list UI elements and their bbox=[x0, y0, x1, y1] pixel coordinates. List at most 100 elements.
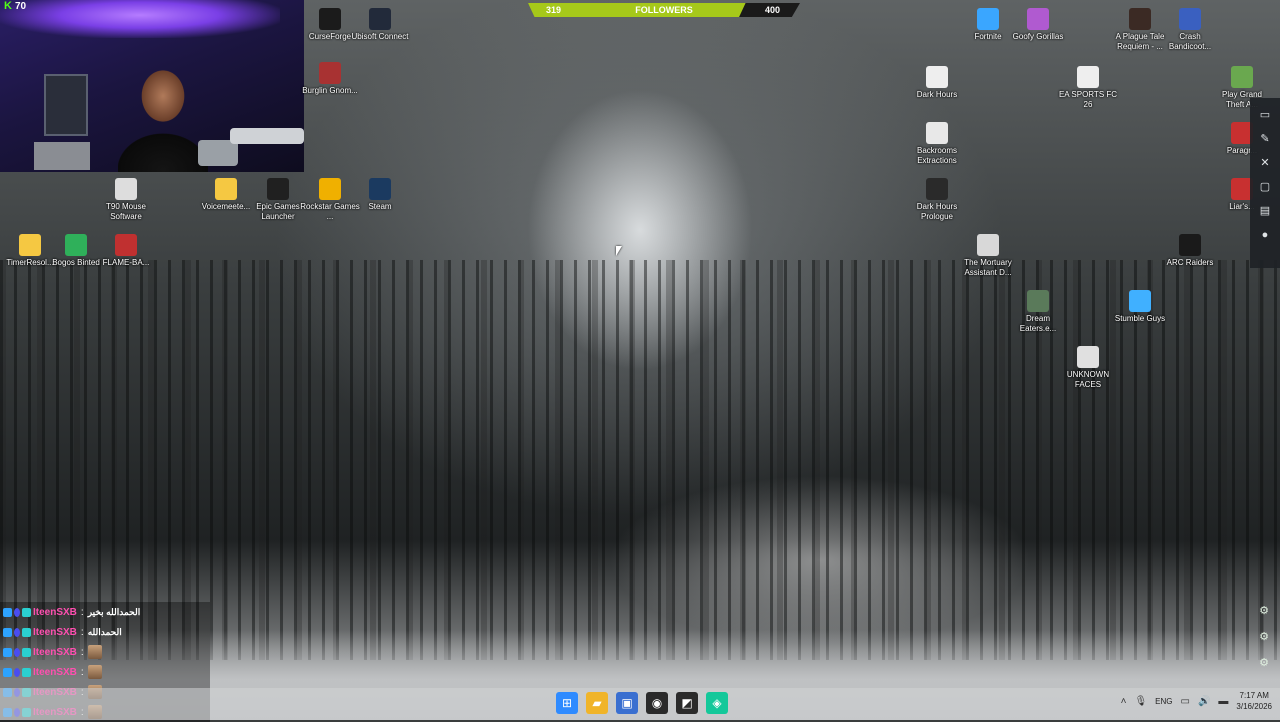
desktop-icon[interactable]: FLAME-BA... bbox=[96, 234, 156, 268]
desktop-icon[interactable]: Voicemeete... bbox=[196, 178, 256, 212]
start-icon[interactable]: ⊞ bbox=[556, 692, 578, 714]
tool-icon[interactable]: ✕ bbox=[1258, 156, 1272, 170]
game-icon bbox=[1027, 290, 1049, 312]
desktop-icon-label: The Mortuary Assistant D... bbox=[964, 258, 1012, 277]
gear-icon[interactable]: ⚙ bbox=[1257, 604, 1271, 618]
desktop-icon-label: Stumble Guys bbox=[1114, 314, 1166, 323]
desktop-icon-label: Crash Bandicoot... bbox=[1168, 32, 1212, 51]
desktop-icon-label: UNKNOWN FACES bbox=[1066, 370, 1110, 389]
desktop-icon-label: ARC Raiders bbox=[1166, 258, 1214, 267]
laptop bbox=[34, 142, 90, 170]
pin-icon[interactable]: ✎ bbox=[1258, 132, 1272, 146]
chat-icon[interactable]: ▭ bbox=[1258, 108, 1272, 122]
badge-icon bbox=[3, 607, 12, 617]
desktop-icon[interactable]: Steam bbox=[350, 178, 410, 212]
desktop-icon-label: Steam bbox=[368, 202, 392, 211]
drop-badge-icon bbox=[14, 647, 20, 657]
microphone bbox=[230, 128, 304, 144]
chat-message: IteenSXB: الحمدالله bbox=[0, 622, 210, 642]
language-indicator[interactable]: ENG bbox=[1155, 697, 1172, 706]
system-tray: ˄ 🎙 ENG ▭ 🔊 ▬ 7:17 AM 3/16/2026 bbox=[1121, 690, 1272, 712]
badge-icon bbox=[3, 647, 12, 657]
game-icon bbox=[65, 234, 87, 256]
chat-message: IteenSXB: bbox=[0, 662, 210, 682]
chat-text: الحمدالله بخير bbox=[87, 606, 141, 617]
kick-icon: K bbox=[4, 0, 12, 12]
clock-time: 7:17 AM bbox=[1239, 691, 1269, 700]
desktop-icon[interactable]: Dark Hours bbox=[907, 66, 967, 100]
chat-separator: : bbox=[80, 606, 84, 618]
folder-icon bbox=[215, 178, 237, 200]
badge-icon bbox=[22, 667, 31, 677]
game-icon bbox=[1077, 66, 1099, 88]
desktop-icon[interactable]: Dark Hours Prologue bbox=[907, 178, 967, 222]
drop-badge-icon bbox=[14, 607, 20, 617]
desktop-icon[interactable]: Dream Eaters.e... bbox=[1008, 290, 1068, 334]
chat-separator: : bbox=[80, 626, 84, 638]
volume-icon[interactable]: 🔊 bbox=[1198, 696, 1210, 707]
ubisoft-icon bbox=[369, 8, 391, 30]
gear-icon[interactable]: ⚙ bbox=[1257, 656, 1271, 670]
network-icon[interactable]: ▭ bbox=[1181, 696, 1190, 707]
chat-username[interactable]: IteenSXB bbox=[33, 667, 77, 678]
badge-icon bbox=[3, 627, 12, 637]
desktop-icon-label: FLAME-BA... bbox=[102, 258, 150, 267]
followers-label: FOLLOWERS bbox=[635, 5, 693, 15]
desktop-icon[interactable]: Crash Bandicoot... bbox=[1160, 8, 1220, 52]
game-icon bbox=[1179, 234, 1201, 256]
steam-icon bbox=[369, 178, 391, 200]
nvidia-icon[interactable]: ◩ bbox=[676, 692, 698, 714]
desktop-icon-label: Goofy Gorillas bbox=[1012, 32, 1064, 41]
side-toolbar: ▭ ✎ ✕ ▢ ▤ ● bbox=[1250, 98, 1280, 268]
file-explorer-icon[interactable]: ▰ bbox=[586, 692, 608, 714]
desktop-icon[interactable]: ARC Raiders bbox=[1160, 234, 1220, 268]
battery-icon[interactable]: ▬ bbox=[1218, 696, 1228, 707]
microphone-icon[interactable]: 🎙 bbox=[1134, 696, 1147, 707]
game-icon bbox=[1129, 8, 1151, 30]
side-toolbar-bottom: ⚙ ⚙ ⚙ bbox=[1256, 592, 1272, 688]
desktop-icon[interactable]: Ubisoft Connect bbox=[350, 8, 410, 42]
window-icon[interactable]: ▤ bbox=[1258, 204, 1272, 218]
folder-icon bbox=[19, 234, 41, 256]
desktop-icon[interactable]: Burglin Gnom... bbox=[300, 62, 360, 96]
desktop-icon-label: Dark Hours Prologue bbox=[916, 202, 958, 221]
chat-username[interactable]: IteenSXB bbox=[33, 627, 77, 638]
desktop-icon-label: EA SPORTS FC 26 bbox=[1058, 90, 1118, 109]
viewer-count: K 70 bbox=[4, 0, 26, 12]
desktop-icon[interactable]: Goofy Gorillas bbox=[1008, 8, 1068, 42]
obs-icon[interactable]: ◉ bbox=[646, 692, 668, 714]
desktop-icon[interactable]: Epic Games Launcher bbox=[248, 178, 308, 222]
trash-icon[interactable]: ▢ bbox=[1258, 180, 1272, 194]
store-icon[interactable]: ▣ bbox=[616, 692, 638, 714]
badge-icon bbox=[22, 607, 31, 617]
game-icon bbox=[1179, 8, 1201, 30]
app-icon[interactable]: ◈ bbox=[706, 692, 728, 714]
desktop-icon[interactable]: The Mortuary Assistant D... bbox=[958, 234, 1018, 278]
gta-icon bbox=[1231, 66, 1253, 88]
desktop-icon[interactable]: EA SPORTS FC 26 bbox=[1058, 66, 1118, 110]
gear-icon[interactable]: ⚙ bbox=[1257, 630, 1271, 644]
desktop-icon[interactable]: UNKNOWN FACES bbox=[1058, 346, 1118, 390]
chat-username[interactable]: IteenSXB bbox=[33, 647, 77, 658]
desktop-icon-label: Dream Eaters.e... bbox=[1019, 314, 1057, 333]
chevron-up-icon[interactable]: ˄ bbox=[1121, 696, 1127, 707]
desktop-icon-label: Ubisoft Connect bbox=[351, 32, 409, 41]
game-icon bbox=[115, 234, 137, 256]
viewer-count-value: 70 bbox=[14, 0, 27, 12]
clock[interactable]: 7:17 AM 3/16/2026 bbox=[1236, 690, 1272, 712]
desktop-icon[interactable]: Backrooms Extractions bbox=[907, 122, 967, 166]
wall-frame bbox=[44, 74, 88, 136]
chat-username[interactable]: IteenSXB bbox=[33, 607, 77, 618]
record-icon[interactable]: ● bbox=[1258, 228, 1272, 242]
followers-goal-bar: FOLLOWERS 319 400 bbox=[528, 3, 800, 17]
desktop-icon-label: Voicemeete... bbox=[201, 202, 251, 211]
game-icon bbox=[926, 122, 948, 144]
game-icon bbox=[1027, 8, 1049, 30]
drop-badge-icon bbox=[14, 667, 20, 677]
desktop-icon[interactable]: Stumble Guys bbox=[1110, 290, 1170, 324]
neon-light bbox=[0, 0, 280, 38]
app-icon bbox=[115, 178, 137, 200]
fortnite-icon bbox=[977, 8, 999, 30]
desktop-icon[interactable]: T90 Mouse Software bbox=[96, 178, 156, 222]
webcam-overlay: K 70 bbox=[0, 0, 304, 172]
